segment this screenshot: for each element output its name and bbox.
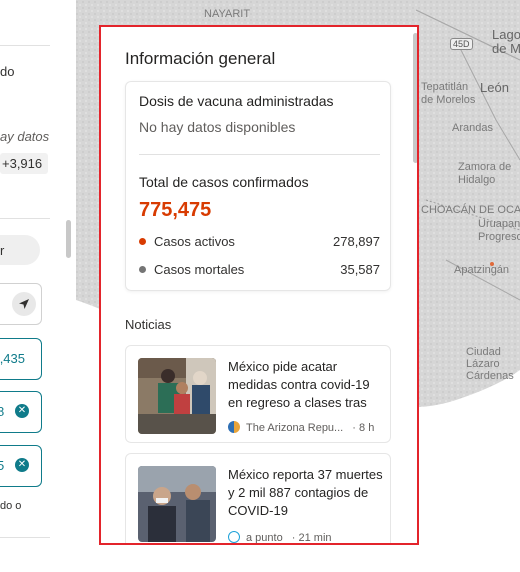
map-label: León [480,80,509,95]
news-time: · 8 h [352,422,375,434]
map-label: Uruapan [478,218,520,230]
map-label: CHOACÁN DE OCAMP [421,204,520,216]
card-title: Información general [125,49,276,68]
news-time: · 21 min [291,532,332,544]
map-label: Arandas [452,122,493,134]
stats-panel: Dosis de vacuna administradas No hay dat… [125,81,391,291]
divider [0,218,50,219]
filter-dropdown[interactable]: r [0,235,40,265]
news-source: The Arizona Repu... · 8 h [228,421,374,434]
divider [139,154,380,155]
region-filter-chip[interactable]: 5 ✕ [0,445,42,487]
globe-icon [228,531,240,543]
source-logo-icon [228,421,240,433]
region-filter-value: 5 [0,458,5,473]
close-icon[interactable]: ✕ [15,458,29,472]
card-scrollbar[interactable] [413,33,417,163]
news-card[interactable]: México pide acatar medidas contra covid-… [125,345,391,443]
confirmed-label: Total de casos confirmados [139,174,309,190]
map-label: Hidalgo [458,174,496,186]
map-label: NAYARIT [204,8,251,20]
news-source: a punto · 21 min [228,531,332,544]
info-card: Información general Dosis de vacuna admi… [99,25,419,545]
news-title: México reporta 37 muertes y 2 mil 887 co… [228,467,383,518]
divider [0,45,50,46]
locate-icon [12,292,36,316]
news-title: México pide acatar medidas contra covid-… [228,359,370,410]
deaths-value: 35,587 [340,262,380,277]
left-panel: do ay datos +3,916 r ,435 8 ✕ 5 ✕ do o [0,0,76,572]
map-label: Lagos [492,27,520,42]
left-text-fragment: do o [0,500,22,512]
left-scrollbar[interactable] [66,220,71,258]
delta-chip: +3,916 [0,153,49,174]
left-text-fragment: ay datos [0,129,50,144]
map-label: de Mo [492,41,520,56]
news-thumbnail [138,466,216,542]
filter-dropdown-label: r [0,243,5,258]
map-marker[interactable] [490,262,494,266]
vaccine-label: Dosis de vacuna administradas [139,93,334,109]
divider [0,537,50,538]
map-label: Apatzingán [454,264,510,276]
left-text-fragment: do [0,64,15,79]
region-filter-value: 8 [0,404,5,419]
close-icon[interactable]: ✕ [15,404,29,418]
region-filter-chip[interactable]: 8 ✕ [0,391,42,433]
region-filter-chip[interactable]: ,435 [0,338,42,380]
active-dot-icon [139,238,146,245]
active-value: 278,897 [333,234,380,249]
map-label: de Morelos [421,94,476,106]
active-cases-row: Casos activos 278,897 [139,234,380,252]
map-label: Tepatitlán [421,81,469,93]
news-thumbnail [138,358,216,434]
deaths-label: Casos mortales [154,262,245,277]
news-card[interactable]: México reporta 37 muertes y 2 mil 887 co… [125,453,391,544]
deaths-dot-icon [139,266,146,273]
news-source-name: The Arizona Repu... [246,422,344,434]
highway-shield: 45D [450,38,473,50]
news-source-name: a punto [246,532,283,544]
news-heading: Noticias [125,317,172,332]
map-label: Progreso [478,231,520,243]
deaths-row: Casos mortales 35,587 [139,262,380,280]
active-label: Casos activos [154,234,235,249]
locate-button[interactable] [0,283,42,325]
vaccine-value: No hay datos disponibles [139,119,296,135]
map-label: Zamora de [458,161,512,173]
region-filter-value: ,435 [0,351,25,366]
map-label: Cárdenas [466,370,514,382]
confirmed-value: 775,475 [139,199,212,221]
